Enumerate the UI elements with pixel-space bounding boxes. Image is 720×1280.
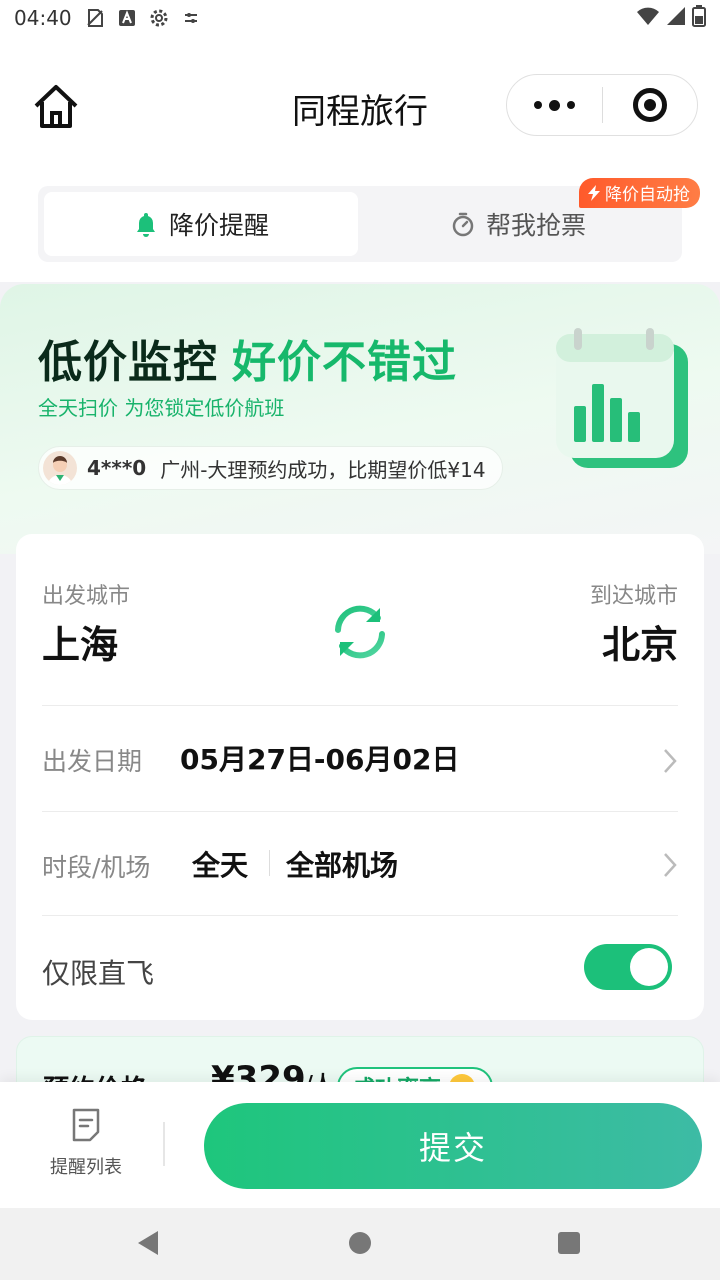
hero-title: 低价监控 好价不错过 — [38, 326, 457, 390]
chevron-right-icon[interactable] — [660, 746, 680, 776]
swap-cities-button[interactable] — [328, 600, 392, 664]
recent-apps-square-icon[interactable] — [558, 1232, 580, 1254]
lightning-icon — [588, 184, 600, 201]
home-button[interactable] — [30, 80, 82, 132]
status-time: 04:40 — [14, 6, 72, 30]
font-a-icon — [116, 7, 138, 29]
bottom-action-bar: 提醒列表 提交 — [0, 1082, 720, 1208]
success-ticker: 4***0 广州-大理预约成功，比期望价低¥14 — [38, 446, 503, 490]
more-dots-icon — [534, 101, 542, 109]
user-avatar — [43, 451, 77, 485]
wifi-icon — [636, 6, 660, 31]
direct-only-toggle[interactable] — [584, 944, 672, 990]
date-value[interactable]: 05月27日-06月02日 — [180, 738, 459, 778]
remind-list-label: 提醒列表 — [50, 1157, 122, 1178]
from-city[interactable]: 上海 — [42, 614, 118, 669]
top-navigation: 同程旅行 — [0, 36, 720, 176]
battery-icon — [692, 4, 706, 32]
submit-button[interactable]: 提交 — [204, 1103, 702, 1189]
chevron-right-icon[interactable] — [660, 850, 680, 880]
airport-value[interactable]: 全部机场 — [286, 844, 398, 884]
status-bar: 04:40 — [0, 0, 720, 36]
calendar-chart-icon — [556, 328, 688, 468]
to-city[interactable]: 北京 — [602, 614, 678, 669]
auto-grab-badge: 降价自动抢 — [579, 178, 700, 208]
ticker-user: 4***0 — [87, 456, 147, 480]
from-city-label: 出发城市 — [42, 584, 131, 609]
hero-title-part2: 好价不错过 — [232, 337, 457, 388]
remind-list-button[interactable]: 提醒列表 — [40, 1108, 132, 1179]
mini-program-capsule — [506, 74, 698, 136]
no-sim-icon — [84, 7, 106, 29]
home-circle-icon[interactable] — [349, 1232, 371, 1254]
home-icon — [34, 85, 78, 128]
to-city-label: 到达城市 — [589, 584, 678, 609]
hero-banner: 低价监控 好价不错过 全天扫价 为您锁定低价航班 4***0 广州-大理预约成功，… — [0, 284, 720, 554]
direct-only-label: 仅限直飞 — [42, 957, 155, 990]
android-navigation-bar — [0, 1208, 720, 1280]
search-form-card: 出发城市 上海 到达城市 北京 出发日期 05月27日-06月02日 时段/机场… — [16, 534, 704, 1020]
tab-switcher: 降价提醒 帮我抢票 降价自动抢 — [38, 178, 700, 262]
swap-icon — [335, 605, 385, 659]
stopwatch-icon — [452, 212, 474, 237]
settings-gear-icon — [148, 7, 170, 29]
target-close-icon — [632, 88, 667, 122]
document-list-icon — [72, 1108, 100, 1142]
bell-icon — [136, 213, 155, 237]
close-mini-program-button[interactable] — [603, 75, 697, 135]
more-button[interactable] — [507, 75, 602, 135]
time-airport-label: 时段/机场 — [42, 853, 151, 882]
tab-area: 降价提醒 帮我抢票 降价自动抢 — [0, 176, 720, 282]
signal-icon — [666, 6, 686, 31]
toggle-knob — [630, 948, 668, 986]
back-triangle-icon[interactable] — [136, 1230, 160, 1256]
auto-grab-badge-label: 降价自动抢 — [605, 185, 690, 205]
sliders-icon — [180, 7, 202, 29]
tab-price-alert[interactable]: 降价提醒 — [44, 192, 358, 256]
ticker-message: 广州-大理预约成功，比期望价低¥14 — [160, 457, 486, 482]
hero-title-part1: 低价监控 — [38, 337, 218, 388]
tab-grab-ticket-label: 帮我抢票 — [485, 211, 586, 240]
tab-price-alert-label: 降价提醒 — [168, 211, 269, 240]
time-slot-value[interactable]: 全天 — [192, 844, 248, 884]
hero-subtitle: 全天扫价 为您锁定低价航班 — [38, 396, 285, 420]
date-label: 出发日期 — [42, 747, 143, 776]
